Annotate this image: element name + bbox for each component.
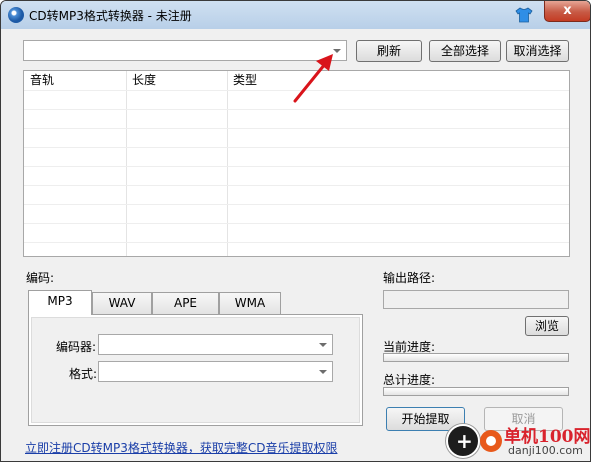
- row-divider: [24, 166, 569, 167]
- tab-mp3[interactable]: MP3: [28, 290, 92, 315]
- tshirt-icon[interactable]: [515, 7, 533, 23]
- title-bar[interactable]: CD转MP3格式转换器 - 未注册 x: [1, 1, 590, 29]
- row-divider: [24, 147, 569, 148]
- tab-wav[interactable]: WAV: [92, 292, 152, 314]
- row-divider: [24, 128, 569, 129]
- row-divider: [24, 242, 569, 243]
- format-select[interactable]: [98, 361, 333, 382]
- refresh-button[interactable]: 刷新: [356, 40, 422, 62]
- output-path-label: 输出路径:: [383, 271, 436, 285]
- chevron-down-icon[interactable]: [314, 335, 332, 354]
- main-window: CD转MP3格式转换器 - 未注册 x 刷新 全部选择 取消选择 音轨 长度 类…: [0, 0, 591, 462]
- close-button[interactable]: x: [544, 1, 590, 22]
- tab-ape[interactable]: APE: [152, 292, 219, 314]
- row-divider: [24, 185, 569, 186]
- encoder-label: 编码器:: [56, 340, 97, 354]
- plus-logo-icon: +: [446, 424, 480, 458]
- current-progress-bar: [383, 353, 569, 362]
- chevron-down-icon[interactable]: [314, 362, 332, 381]
- column-divider: [227, 71, 228, 256]
- deselect-button[interactable]: 取消选择: [506, 40, 569, 62]
- total-progress-label: 总计进度:: [383, 373, 436, 387]
- format-label: 格式:: [69, 367, 98, 381]
- encoder-select[interactable]: [98, 334, 333, 355]
- tab-wma[interactable]: WMA: [219, 292, 281, 314]
- cd-app-icon: [8, 7, 24, 23]
- select-all-button[interactable]: 全部选择: [429, 40, 501, 62]
- site-watermark: + 单机100网 danji100.com: [446, 420, 591, 462]
- row-divider: [24, 204, 569, 205]
- column-divider: [126, 71, 127, 256]
- orange-logo-icon: [480, 430, 502, 452]
- row-divider: [24, 109, 569, 110]
- column-header-length[interactable]: 长度: [126, 71, 227, 90]
- watermark-url: danji100.com: [508, 444, 583, 457]
- window-title: CD转MP3格式转换器 - 未注册: [29, 9, 192, 23]
- total-progress-bar: [383, 387, 569, 396]
- row-divider: [24, 223, 569, 224]
- register-link[interactable]: 立即注册CD转MP3格式转换器，获取完整CD音乐提取权限: [25, 439, 337, 456]
- output-path-field[interactable]: [383, 290, 569, 309]
- browse-button[interactable]: 浏览: [525, 316, 569, 336]
- annotation-arrow-icon: [293, 54, 333, 103]
- encode-label: 编码:: [26, 271, 55, 285]
- column-header-track[interactable]: 音轨: [24, 71, 126, 90]
